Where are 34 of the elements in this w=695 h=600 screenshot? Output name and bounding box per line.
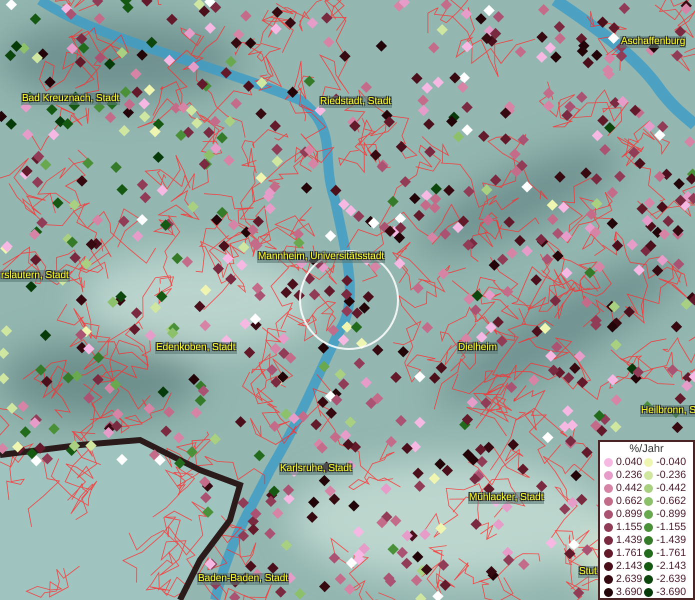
legend-title: %/Jahr [628, 443, 665, 456]
legend-value: -0.442 [656, 482, 686, 495]
legend-value: 2.143 [616, 560, 642, 573]
place-label: Karlsruhe, Stadt [279, 463, 353, 475]
legend-value: 0.442 [616, 482, 642, 495]
legend-value: -2.639 [656, 573, 686, 586]
legend-value: 0.040 [616, 456, 642, 469]
place-label: Baden-Baden, Stadt [197, 573, 290, 585]
legend-value: -3.690 [656, 586, 686, 599]
legend-value: 1.439 [616, 534, 642, 547]
place-label: Dielheim [457, 342, 498, 354]
place-label: Edenkoben, Stadt [155, 342, 237, 354]
legend-value: 1.761 [616, 547, 642, 560]
legend-value: -1.155 [656, 521, 686, 534]
legend-value: 2.639 [616, 573, 642, 586]
legend-value: 0.236 [616, 469, 642, 482]
legend-value: -0.040 [656, 456, 686, 469]
legend-value: 3.690 [616, 586, 642, 599]
legend-value: -2.143 [656, 560, 686, 573]
place-label: Mannheim, Universitätsstadt [257, 251, 386, 263]
legend-value: -0.662 [656, 495, 686, 508]
place-label: Riedstadt, Stadt [319, 96, 392, 108]
legend-value: 0.899 [616, 508, 642, 521]
place-label: Aschaffenburg [620, 36, 686, 48]
legend-value: -0.899 [656, 508, 686, 521]
legend-value: 0.662 [616, 495, 642, 508]
place-label: Mühlacker, Stadt [468, 492, 544, 504]
place-label: Bad Kreuznach, Stadt [21, 93, 120, 105]
legend-value: -0.236 [656, 469, 686, 482]
legend-value: -1.761 [656, 547, 686, 560]
legend-value: 1.155 [616, 521, 642, 534]
place-label: Stut [578, 566, 598, 578]
place-label: rslautern, Stadt [0, 270, 70, 282]
legend-value: -1.439 [656, 534, 686, 547]
